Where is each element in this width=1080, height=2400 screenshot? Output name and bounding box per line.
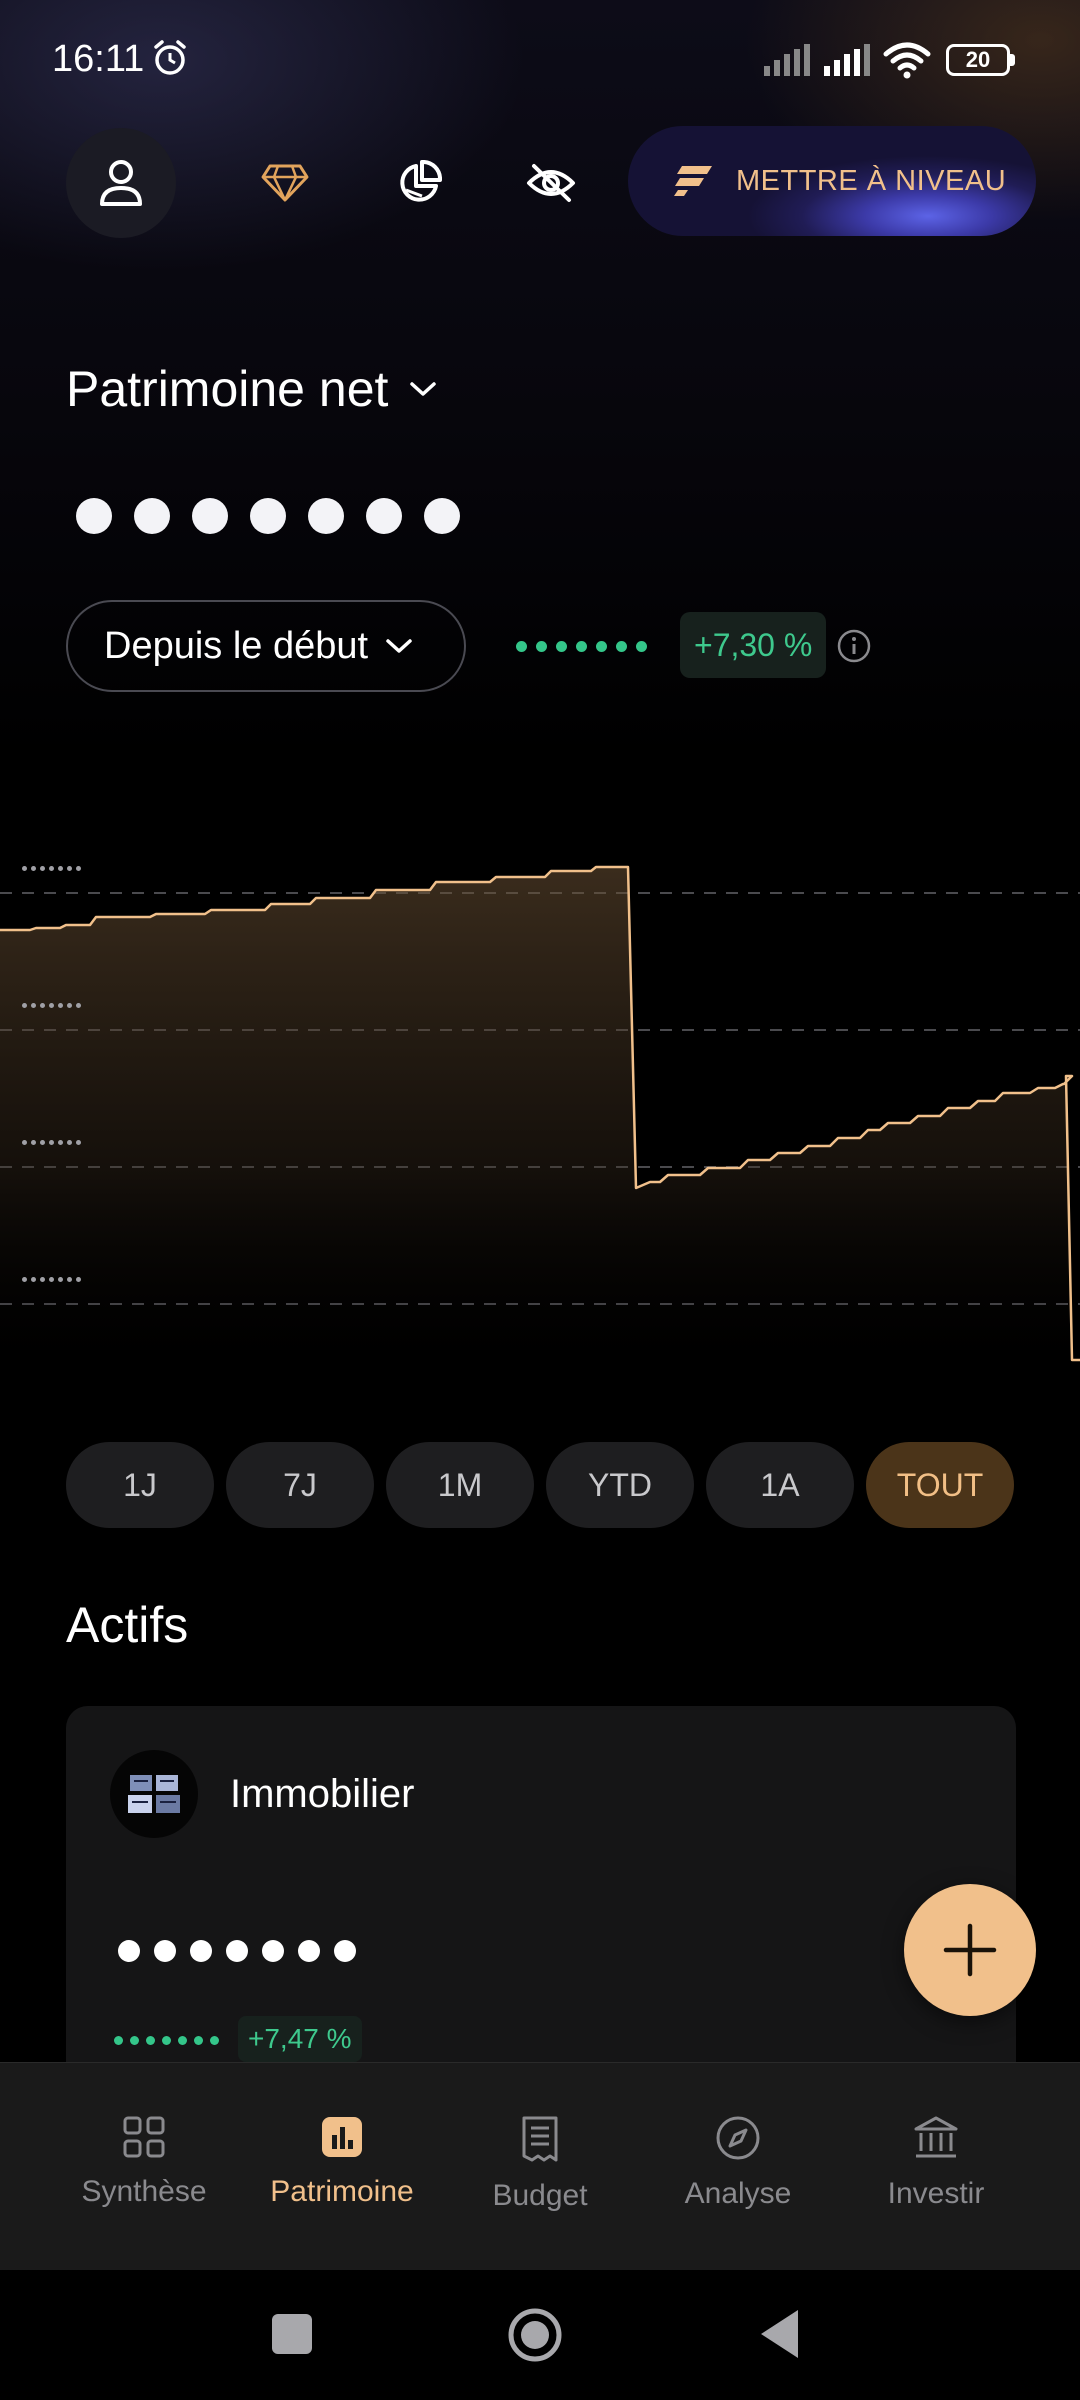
- performance-badge: +7,30 %: [680, 612, 827, 678]
- recents-icon[interactable]: [270, 2312, 314, 2356]
- compass-icon: [716, 2116, 760, 2160]
- range-tab-1j[interactable]: 1J: [66, 1442, 214, 1528]
- eye-off-icon: [527, 164, 575, 202]
- range-tab-ytd[interactable]: YTD: [546, 1442, 694, 1528]
- receipt-icon: [522, 2116, 558, 2162]
- wifi-icon: [883, 42, 931, 79]
- y-tick-hidden: [22, 1277, 81, 1282]
- premium-diamond-button[interactable]: [250, 148, 320, 218]
- signal-icon-1: [764, 44, 810, 76]
- nav-label: Patrimoine: [270, 2175, 414, 2208]
- asset-card-immobilier[interactable]: Immobilier +7,47 %: [66, 1706, 1016, 2066]
- nav-label: Investir: [887, 2177, 985, 2210]
- series-area: [0, 867, 1080, 1380]
- net-worth-selector[interactable]: Patrimoine net: [66, 360, 438, 418]
- finary-logo-icon: [674, 166, 712, 196]
- nav-item-synthese[interactable]: Synthèse: [36, 2063, 252, 2271]
- y-tick-hidden: [22, 866, 81, 871]
- y-tick-hidden: [22, 1003, 81, 1008]
- battery-indicator: 20: [946, 44, 1016, 76]
- plus-icon: [943, 1923, 997, 1977]
- net-worth-chart[interactable]: [0, 780, 1080, 1380]
- add-button[interactable]: [904, 1884, 1036, 2016]
- status-time: 16:11: [52, 38, 145, 80]
- range-tab-7j[interactable]: 7J: [226, 1442, 374, 1528]
- nav-item-patrimoine[interactable]: Patrimoine: [234, 2063, 450, 2271]
- range-tab-1a[interactable]: 1A: [706, 1442, 854, 1528]
- nav-item-budget[interactable]: Budget: [432, 2063, 648, 2271]
- nav-label: Budget: [492, 2179, 588, 2212]
- range-tab-1m[interactable]: 1M: [386, 1442, 534, 1528]
- grid-icon: [123, 2116, 165, 2158]
- range-tabs: 1J 7J 1M YTD 1A TOUT: [66, 1442, 1014, 1528]
- back-icon[interactable]: [758, 2308, 802, 2360]
- battery-level: 20: [965, 47, 991, 72]
- y-tick-hidden: [22, 1140, 81, 1145]
- home-icon[interactable]: [507, 2307, 563, 2363]
- nav-item-investir[interactable]: Investir: [828, 2063, 1044, 2271]
- upgrade-label: METTRE À NIVEAU: [736, 164, 1007, 197]
- net-worth-title: Patrimoine net: [66, 361, 389, 417]
- pie-chart-icon: [400, 160, 442, 202]
- info-icon[interactable]: [836, 628, 872, 664]
- allocation-button[interactable]: [384, 148, 454, 218]
- chevron-down-icon: [410, 382, 437, 396]
- hide-values-button[interactable]: [516, 148, 586, 218]
- nav-label: Synthèse: [81, 2175, 207, 2208]
- chart-svg: [0, 865, 1080, 1380]
- signal-icon-2: [824, 44, 870, 76]
- nav-item-analyse[interactable]: Analyse: [630, 2063, 846, 2271]
- hidden-gain-value: [516, 641, 647, 652]
- asset-hidden-value: [118, 1940, 356, 1962]
- nav-label: Analyse: [684, 2177, 792, 2210]
- bottom-nav: Synthèse Patrimoine Budget Analyse Inves…: [0, 2062, 1080, 2270]
- real-estate-icon: [110, 1750, 198, 1838]
- period-label: Depuis le début: [104, 624, 369, 667]
- alarm-icon: [154, 40, 186, 75]
- net-worth-hidden-value: [76, 498, 460, 534]
- system-nav-bar: [0, 2270, 1080, 2400]
- asset-hidden-gain: [114, 2036, 219, 2045]
- asset-name: Immobilier: [230, 1772, 415, 1816]
- asset-performance-badge: +7,47 %: [238, 2016, 362, 2062]
- bar-chart-icon: [322, 2117, 362, 2157]
- user-icon: [100, 160, 142, 206]
- diamond-icon: [261, 164, 309, 202]
- bank-icon: [914, 2116, 958, 2158]
- period-dropdown[interactable]: Depuis le début: [66, 600, 466, 692]
- assets-section-title: Actifs: [66, 1597, 189, 1653]
- upgrade-button[interactable]: METTRE À NIVEAU: [628, 126, 1036, 236]
- profile-button[interactable]: [66, 128, 176, 238]
- range-tab-tout[interactable]: TOUT: [866, 1442, 1014, 1528]
- status-bar: 16:11 20: [0, 0, 1080, 120]
- chevron-down-icon: [386, 639, 412, 653]
